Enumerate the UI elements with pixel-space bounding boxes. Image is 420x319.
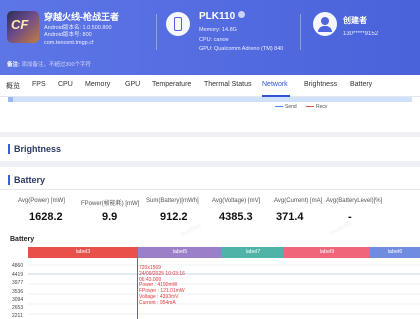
label-bar-label9[interactable]: label9 (284, 247, 370, 258)
legend-recv[interactable]: Recv (306, 104, 327, 110)
tab-fps[interactable]: FPS (32, 81, 46, 88)
label-bar-label3[interactable]: label3 (28, 247, 138, 258)
tab-battery[interactable]: Battery (350, 81, 372, 88)
y-tick: 2653 (12, 305, 24, 311)
battery-title: Battery (8, 175, 45, 185)
label-bar-label6[interactable]: label6 (370, 247, 420, 258)
device-name: PLK110 (199, 11, 246, 22)
legend-send[interactable]: Send (275, 104, 297, 110)
stat-label-avg-power: Avg(Power) [mW] (18, 198, 65, 204)
stat-value-avg-voltage: 4385.3 (219, 211, 253, 223)
device-cpu: CPU: canoe (199, 37, 229, 43)
y-tick: 3536 (12, 289, 24, 295)
header-divider (156, 14, 157, 50)
tab-brightness[interactable]: Brightness (304, 81, 337, 88)
stat-label-avg-current: Avg(Current) [mA] (274, 198, 323, 204)
game-icon: CF (7, 11, 39, 43)
tab-overview[interactable]: 概览 (6, 81, 20, 91)
app-header: CF 穿越火线-枪战王者 Android版本名: 1.0.500.800 And… (0, 0, 420, 75)
brightness-title: Brightness (8, 144, 61, 154)
battery-chart-title: Battery (10, 236, 35, 243)
user-name: 创建者 (343, 16, 367, 25)
user-avatar-icon (313, 12, 337, 36)
tab-thermal-status[interactable]: Thermal Status (204, 81, 251, 88)
stat-label-avg-battery-level: Avg(BatteryLevel)[%] (326, 198, 383, 204)
tab-cpu[interactable]: CPU (58, 81, 73, 88)
stat-label-avg-voltage: Avg(Voltage) [mV] (212, 198, 261, 204)
network-chart-panel: Send Recv (0, 97, 420, 132)
header-divider (300, 14, 301, 50)
label-bar-label5[interactable]: label5 (138, 247, 222, 258)
phone-icon (166, 12, 190, 36)
tab-bar: 概览 FPS CPU Memory GPU Temperature Therma… (0, 75, 420, 97)
chart-tooltip: 720x1569 24/09/2025 10:03:16 06:43.000 P… (139, 265, 213, 319)
stat-value-sum-battery: 912.2 (160, 211, 188, 223)
network-zoom-slider[interactable] (8, 97, 412, 102)
y-tick: 4419 (12, 272, 24, 278)
stat-value-avg-power: 1628.2 (29, 211, 63, 223)
battery-chart-plot[interactable] (28, 258, 420, 319)
user-phone: 130*****9152 (343, 31, 379, 37)
game-name: 穿越火线-枪战王者 (44, 12, 119, 22)
stat-value-fpower: 9.9 (102, 211, 118, 223)
stat-value-avg-current: 371.4 (276, 211, 304, 223)
device-memory: Memory: 14.8G (199, 27, 237, 33)
y-tick: 3977 (12, 280, 24, 286)
tab-gpu[interactable]: GPU (125, 81, 140, 88)
notes-placeholder: 添加备注，不超过300个字符 (21, 62, 92, 68)
network-zoom-handle[interactable] (8, 97, 13, 102)
device-gpu: GPU: Qualcomm Adreno (TM) 840 (199, 46, 284, 52)
game-package: com.tencent.tmgp.cf (44, 40, 94, 46)
battery-divider (0, 189, 420, 190)
notes-field[interactable]: 备注: 添加备注，不超过300个字符 (7, 60, 91, 68)
legend-recv-line (306, 105, 314, 107)
tab-network[interactable]: Network (262, 81, 288, 88)
notes-label: 备注: (7, 62, 20, 68)
brightness-section: Brightness (0, 137, 420, 161)
y-tick: 3094 (12, 297, 24, 303)
info-icon[interactable] (238, 11, 246, 18)
chart-cursor-line (137, 258, 138, 319)
y-tick: 4860 (12, 263, 24, 269)
label-bar-label7[interactable]: label7 (222, 247, 284, 258)
y-tick: 2211 (12, 313, 23, 319)
stat-label-fpower: FPower(帧能耗) [mW] (81, 201, 140, 207)
stat-label-sum-battery: Sum(Battery)[mWh] (146, 198, 199, 204)
game-android-code: Android版本号: 800 (44, 32, 92, 38)
stat-value-avg-battery-level: - (348, 211, 352, 223)
legend-send-line (275, 105, 283, 107)
tab-memory[interactable]: Memory (85, 81, 110, 88)
tooltip-current: Current : 954mA (139, 299, 176, 306)
tab-temperature[interactable]: Temperature (152, 81, 191, 88)
